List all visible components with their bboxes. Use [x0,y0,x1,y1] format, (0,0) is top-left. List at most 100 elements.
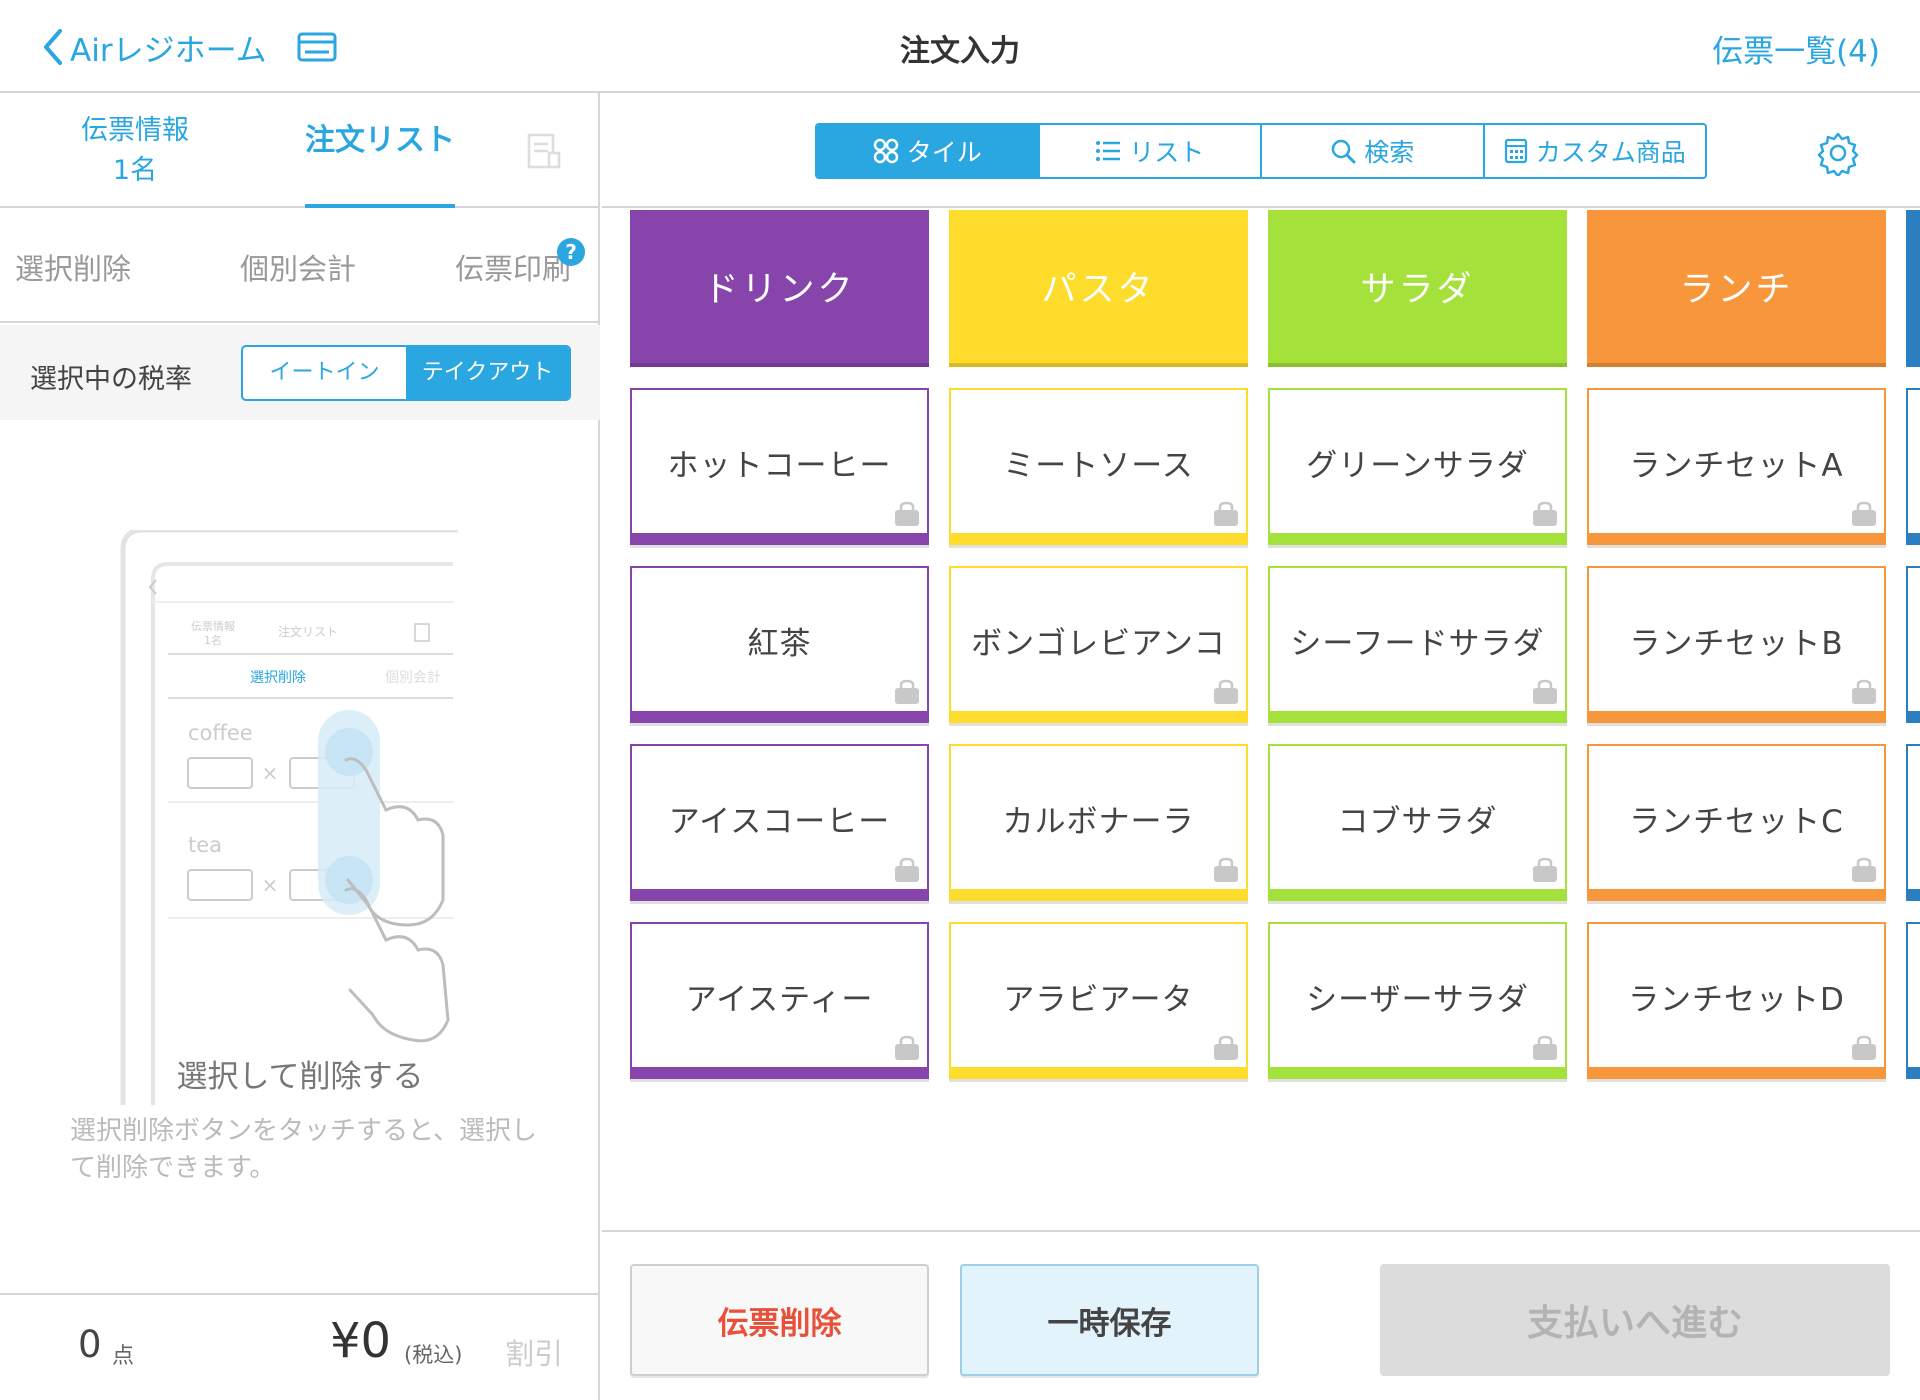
product-tile-partial[interactable] [1906,744,1920,901]
takeout-bag-icon [1852,679,1876,704]
gear-icon[interactable] [1815,130,1861,178]
illus-times-1: × [262,761,279,785]
list-icon [1096,141,1121,161]
takeout-option[interactable]: テイクアウト [406,347,569,399]
takeout-bag-icon [1533,1035,1557,1060]
illus-item-tea: tea [188,833,222,857]
category-tile[interactable]: ランチ [1587,210,1886,367]
product-tile-label: シーフードサラダ [1290,626,1545,662]
empty-state-description: 選択削除ボタンをタッチすると、選択して削除できます。 [70,1116,537,1183]
product-tile-label: ボンゴレビアンコ [971,626,1226,662]
slip-list-link[interactable]: 伝票一覧(4) [1712,26,1880,71]
tab-order-list[interactable]: 注文リスト [305,113,455,208]
product-tile[interactable]: アラビアータ [949,922,1248,1079]
product-tile-label: アイスコーヒー [668,804,891,840]
view-search-label: 検索 [1364,138,1415,167]
product-tile-label: グリーンサラダ [1306,448,1529,484]
register-icon[interactable] [296,26,338,66]
takeout-bag-icon [1852,857,1876,882]
takeout-bag-icon [1852,1035,1876,1060]
total-price: ¥0 [330,1313,392,1369]
product-tile-label: ランチセットC [1629,804,1844,840]
search-icon [1331,139,1356,164]
empty-state-title: 選択して削除する [176,1059,424,1095]
product-tile[interactable]: シーザーサラダ [1268,922,1567,1079]
product-tile-label: ホットコーヒー [667,448,892,484]
takeout-bag-icon [895,1035,919,1060]
takeout-bag-icon [895,501,919,526]
takeout-bag-icon [1533,857,1557,882]
hold-button[interactable]: 一時保存 [960,1264,1259,1376]
view-custom-label: カスタム商品 [1535,138,1686,167]
product-tile[interactable]: ランチセットA [1587,388,1886,545]
tax-rate-toggle: イートイン テイクアウト [241,345,571,401]
product-tile-partial[interactable] [1906,566,1920,723]
takeout-bag-icon [1852,501,1876,526]
proceed-payment-button[interactable]: 支払いへ進む [1380,1264,1890,1376]
category-tile[interactable]: ドリンク [630,210,929,367]
select-delete-button[interactable]: 選択削除 [15,246,131,288]
product-tile-label: ランチセットA [1629,448,1844,484]
takeout-bag-icon [895,857,919,882]
tax-included-note: (税込) [404,1343,463,1367]
view-list-label: リスト [1129,138,1205,167]
product-tile[interactable]: シーフードサラダ [1268,566,1567,723]
tab-slip-info-guests: 1名 [112,155,158,186]
tax-rate-label: 選択中の税率 [30,364,192,395]
grid-icon [873,138,898,164]
discount-button[interactable]: 割引 [505,1331,563,1373]
takeout-bag-icon [895,679,919,704]
view-list-button[interactable]: リスト [1040,125,1262,177]
category-tile-partial[interactable] [1906,210,1920,367]
back-button-label: Airレジホーム [70,32,267,69]
item-count: 0 [78,1323,102,1366]
product-tile[interactable]: アイスティー [630,922,929,1079]
view-tile-label: タイル [906,138,982,167]
product-tile-label: ランチセットD [1628,982,1845,1018]
illus-tab-info: 伝票情報 [191,620,235,633]
separate-checkout-button[interactable]: 個別会計 [240,246,356,288]
category-tile[interactable]: パスタ [949,210,1248,367]
page-title: 注文入力 [900,34,1020,69]
product-tile-label: コブサラダ [1337,804,1498,840]
eat-in-option[interactable]: イートイン [243,347,406,399]
product-tile[interactable]: ランチセットC [1587,744,1886,901]
product-tile[interactable]: ミートソース [949,388,1248,545]
takeout-bag-icon [1214,1035,1238,1060]
product-tile-label: ランチセットB [1629,626,1844,662]
view-tile-button[interactable]: タイル [817,125,1040,177]
product-tile-partial[interactable] [1906,388,1920,545]
document-icon[interactable] [525,131,563,171]
left-tab-bar: 伝票情報 1名 注文リスト [0,93,600,208]
help-icon[interactable]: ? [557,238,585,266]
top-bar: Airレジホーム 注文入力 伝票一覧(4) [0,0,1920,93]
takeout-bag-icon [1533,501,1557,526]
product-tile-label: アラビアータ [1003,982,1194,1018]
product-tile[interactable]: カルボナーラ [949,744,1248,901]
product-tile[interactable]: 紅茶 [630,566,929,723]
view-search-button[interactable]: 検索 [1262,125,1485,177]
illus-tab-info-guests: 1名 [204,633,222,647]
product-tile[interactable]: グリーンサラダ [1268,388,1567,545]
calculator-icon [1504,138,1527,164]
product-tile[interactable]: ボンゴレビアンコ [949,566,1248,723]
view-custom-button[interactable]: カスタム商品 [1485,125,1706,177]
product-tile[interactable]: コブサラダ [1268,744,1567,901]
order-totals-bar: 0 点 ¥0 (税込) 割引 [0,1293,600,1400]
delete-slip-button[interactable]: 伝票削除 [630,1264,929,1376]
print-slip-button[interactable]: 伝票印刷 [455,246,571,288]
product-tile-partial[interactable] [1906,922,1920,1079]
back-button[interactable]: Airレジホーム [40,22,267,72]
chevron-left-icon [44,29,62,65]
product-tile-label: カルボナーラ [1002,804,1195,840]
product-tile[interactable]: アイスコーヒー [630,744,929,901]
category-tile[interactable]: サラダ [1268,210,1567,367]
tab-slip-info[interactable]: 伝票情報 1名 [55,111,215,191]
takeout-bag-icon [1214,679,1238,704]
product-panel: タイル リスト 検索 カスタム商品 ドリンクホットコーヒー紅茶アイスコーヒーアイ… [602,93,1920,1400]
item-count-unit: 点 [112,1344,135,1369]
product-tile[interactable]: ランチセットD [1587,922,1886,1079]
product-tile-grid: ドリンクホットコーヒー紅茶アイスコーヒーアイスティー パスタミートソースボンゴレビ… [602,210,1920,1230]
product-tile[interactable]: ランチセットB [1587,566,1886,723]
product-tile[interactable]: ホットコーヒー [630,388,929,545]
